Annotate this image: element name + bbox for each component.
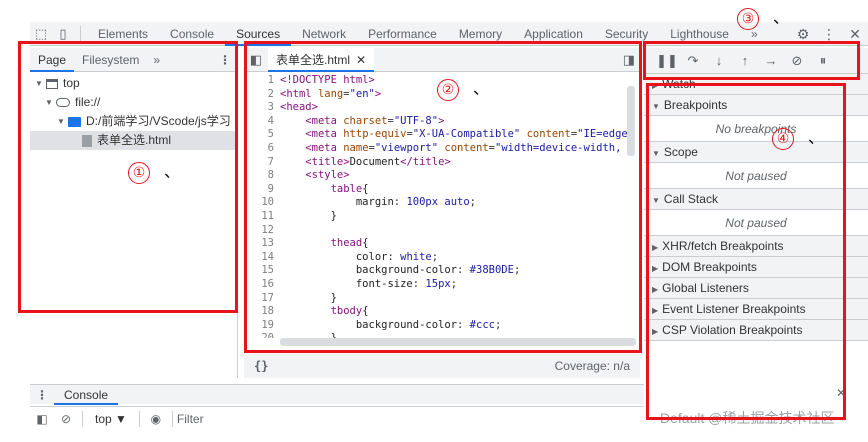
filter-input[interactable] [176,411,477,426]
editor-status-bar: {} Coverage: n/a [244,352,640,378]
eye-icon[interactable]: ◉ [144,412,168,426]
clear-console-icon[interactable]: ⊘ [54,412,78,426]
divider [138,410,140,427]
annotation-mark: 、 [808,127,825,147]
kebab-menu-icon[interactable]: ⋮ [816,26,842,43]
annotation-mark: 、 [164,161,181,181]
annotation-number: ① [128,162,150,184]
annotation-label-2: ②、 [437,77,489,101]
console-toolbar: ◧ ⊘ top ▼ ◉ [30,406,644,430]
annotation-number: ③ [737,8,759,30]
annotation-label-1: ①、 [128,160,180,184]
annotation-label-3: ③、 [737,6,789,30]
pretty-print-button[interactable]: {} [254,359,268,373]
divider [171,410,173,427]
context-selector[interactable]: top ▼ [87,412,135,426]
kebab-menu-icon[interactable]: ⋮ [30,388,54,402]
annotation-box-3 [643,41,860,80]
divider [82,410,83,427]
annotation-number: ② [437,79,459,101]
dropdown-arrow-icon: ▼ [115,411,127,426]
annotation-mark: 、 [773,7,790,27]
annotation-label-4: ④、 [772,126,824,150]
sidebar-toggle-icon[interactable]: ◧ [30,412,54,426]
gear-icon[interactable]: ⚙ [790,26,816,43]
tab-console-drawer[interactable]: Console [54,385,119,405]
divider [80,25,81,42]
console-drawer-header: ⋮ Console [30,384,644,405]
coverage-label: Coverage: n/a [554,358,630,373]
context-label: top [95,411,112,426]
annotation-number: ④ [772,128,794,150]
annotation-mark: 、 [473,78,490,98]
close-icon[interactable]: ✕ [842,26,868,43]
